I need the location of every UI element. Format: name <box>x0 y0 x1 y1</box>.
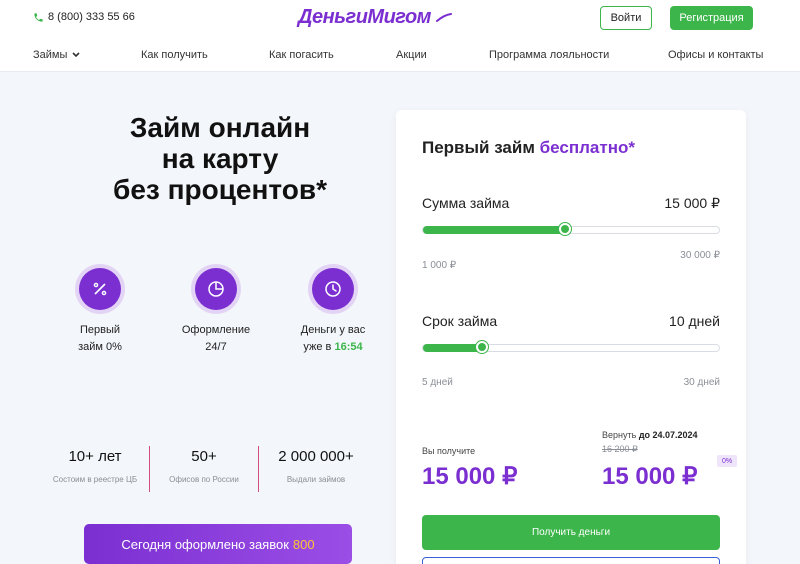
phone-number: 8 (800) 333 55 66 <box>48 11 135 23</box>
feature-label-line: 24/7 <box>205 341 227 353</box>
term-max-label: 30 дней <box>683 377 720 388</box>
nav-item-label: Как погасить <box>269 49 334 61</box>
nav-item-loans[interactable]: Займы <box>33 49 80 61</box>
nav-item-loyalty[interactable]: Программа лояльности <box>489 49 609 61</box>
amount-label: Сумма займа <box>422 195 510 211</box>
register-button[interactable]: Регистрация <box>670 6 753 30</box>
nav-item-label: Как получить <box>141 49 208 61</box>
feature-label-line: Оформление <box>181 324 251 336</box>
secondary-button[interactable] <box>422 557 720 564</box>
nav-item-offices[interactable]: Офисы и контакты <box>668 49 763 61</box>
pie-chart-icon <box>208 281 224 297</box>
receive-amount: 15 000 ₽ <box>422 463 518 490</box>
feature-icon-circle <box>312 268 354 310</box>
top-bar: 8 (800) 333 55 66 ДеньгиМигом Войти Реги… <box>0 0 800 38</box>
return-amount: 15 000 ₽ <box>602 463 698 490</box>
feature-first-loan: Первый займ 0% <box>45 268 155 356</box>
applications-banner[interactable]: Сегодня оформлено заявок 800 <box>84 524 352 564</box>
hero-title-line: без процентов* <box>113 174 327 205</box>
term-slider-handle[interactable] <box>476 341 488 353</box>
delivery-time: 16:54 <box>334 341 363 353</box>
stat-offices: 50+ Офисов по России <box>158 448 250 484</box>
feature-label-prefix: уже в <box>303 341 335 353</box>
calculator-title-accent: бесплатно* <box>539 138 635 157</box>
stat-divider <box>258 446 259 492</box>
percent-icon <box>93 282 107 296</box>
nav-item-how-to-repay[interactable]: Как погасить <box>269 49 334 61</box>
phone-icon <box>34 12 43 22</box>
stat-years: 10+ лет Состоим в реестре ЦБ <box>45 448 145 484</box>
main-nav: Займы Как получить Как погасить Акции Пр… <box>0 38 800 72</box>
nav-item-how-to-get[interactable]: Как получить <box>141 49 208 61</box>
return-old-amount: 16 200 ₽ <box>602 444 638 454</box>
nav-item-label: Программа лояльности <box>489 49 610 61</box>
term-slider-fill <box>423 344 482 352</box>
nav-item-label: Акции <box>396 49 427 61</box>
loan-calculator: Первый займ бесплатно* Сумма займа 15 00… <box>396 110 746 564</box>
logo-text: ДеньгиМигом <box>298 6 431 28</box>
feature-label-line: Деньги у вас <box>300 324 366 336</box>
calculator-title-prefix: Первый займ <box>422 138 535 157</box>
return-label-text: Вернуть <box>602 430 637 440</box>
feature-label-line: уже в 16:54 <box>278 339 388 356</box>
return-label: Вернуть до 24.07.2024 <box>602 430 698 440</box>
feature-label: Оформление 24/7 <box>161 322 271 356</box>
amount-value: 15 000 ₽ <box>664 195 720 211</box>
stat-divider <box>149 446 150 492</box>
amount-slider[interactable] <box>422 223 720 235</box>
term-label: Срок займа <box>422 313 498 329</box>
feature-label: Первый займ 0% <box>45 322 155 356</box>
feature-icon-circle <box>195 268 237 310</box>
stat-caption: Состоим в реестре ЦБ <box>52 475 138 484</box>
nav-item-label: Займы <box>33 49 68 61</box>
calculator-title: Первый займ бесплатно* <box>422 138 635 158</box>
applications-text: Сегодня оформлено заявок <box>121 536 289 552</box>
nav-item-label: Офисы и контакты <box>668 49 764 61</box>
nav-item-promotions[interactable]: Акции <box>396 49 427 61</box>
applications-count: 800 <box>292 536 315 552</box>
term-slider[interactable] <box>422 341 720 353</box>
logo[interactable]: ДеньгиМигом <box>298 6 453 29</box>
feature-label-line: Первый <box>79 324 121 336</box>
stat-caption: Офисов по России <box>169 475 239 484</box>
chevron-down-icon <box>72 52 80 58</box>
amount-slider-fill <box>423 226 565 234</box>
feature-label: Деньги у вас уже в 16:54 <box>278 322 388 356</box>
feature-24-7: Оформление 24/7 <box>161 268 271 356</box>
amount-min-label: 1 000 ₽ <box>422 260 457 271</box>
clock-icon <box>325 281 341 297</box>
feature-icon-circle <box>79 268 121 310</box>
hero-title-line: Займ онлайн <box>129 112 311 143</box>
feature-label-line: займ 0% <box>78 341 122 353</box>
logo-swoosh-icon <box>435 12 452 22</box>
hero-title-line: на карту <box>161 143 279 174</box>
stat-loans-issued: 2 000 000+ Выдали займов <box>266 448 366 484</box>
login-button[interactable]: Войти <box>600 6 652 30</box>
stat-value: 2 000 000+ <box>278 448 354 465</box>
get-money-button[interactable]: Получить деньги <box>422 515 720 550</box>
hero-title: Займ онлайн на карту без процентов* <box>90 112 350 205</box>
return-date: до 24.07.2024 <box>638 430 698 440</box>
amount-max-label: 30 000 ₽ <box>680 250 720 261</box>
receive-label: Вы получите <box>422 446 476 456</box>
percent-badge: 0% <box>717 455 737 467</box>
term-min-label: 5 дней <box>422 377 453 388</box>
stat-value: 50+ <box>191 448 217 465</box>
amount-slider-handle[interactable] <box>559 223 571 235</box>
stat-caption: Выдали займов <box>286 475 346 484</box>
phone-link[interactable]: 8 (800) 333 55 66 <box>33 11 135 23</box>
term-value: 10 дней <box>669 313 720 329</box>
feature-money-time: Деньги у вас уже в 16:54 <box>278 268 388 356</box>
stat-value: 10+ лет <box>68 448 122 465</box>
